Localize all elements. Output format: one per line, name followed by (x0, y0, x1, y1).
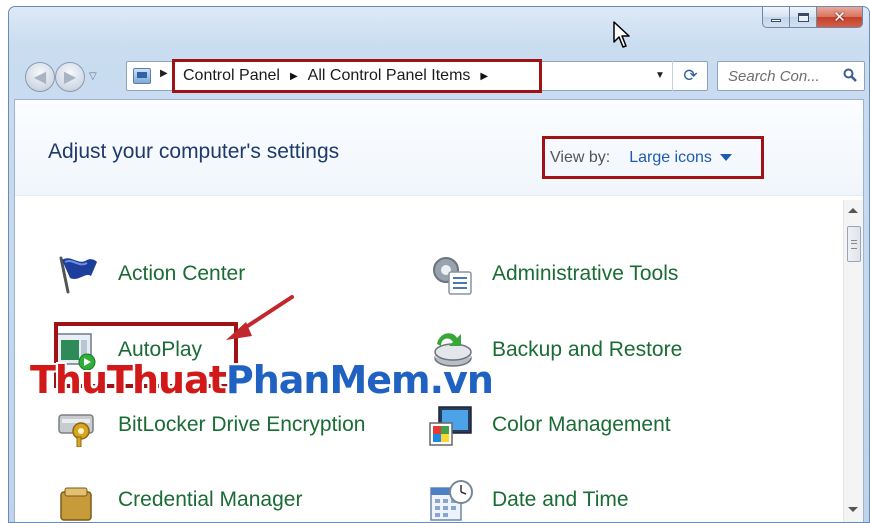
search-icon[interactable] (843, 68, 857, 82)
watermark-part2: PhanMem.vn (225, 358, 494, 402)
admin-tools-icon (433, 257, 472, 295)
flag-icon (59, 256, 97, 294)
search-placeholder: Search Con... (728, 68, 820, 85)
maximize-button[interactable] (790, 7, 817, 28)
watermark-part1: ThuThuat (30, 358, 227, 402)
close-icon: ✕ (833, 8, 846, 26)
breadcrumb: Control Panel ▶ All Control Panel Items … (172, 59, 542, 93)
minimize-button[interactable] (762, 7, 790, 28)
content-header: Adjust your computer's settings View by:… (15, 100, 863, 196)
vertical-scrollbar[interactable] (843, 200, 863, 522)
refresh-button[interactable]: ⟳ (672, 61, 708, 91)
item-label: Credential Manager (118, 488, 303, 511)
item-administrative-tools[interactable]: Administrative Tools (425, 252, 678, 296)
item-label: Color Management (492, 413, 671, 436)
address-dropdown-icon[interactable]: ▼ (655, 70, 665, 81)
item-bitlocker[interactable]: BitLocker Drive Encryption (51, 403, 365, 447)
back-button[interactable]: ◀ (25, 62, 55, 92)
item-date-and-time[interactable]: Date and Time (425, 478, 629, 522)
bitlocker-icon (58, 414, 94, 447)
breadcrumb-control-panel[interactable]: Control Panel (183, 67, 280, 85)
scroll-down-icon[interactable] (848, 507, 858, 512)
item-label: BitLocker Drive Encryption (118, 413, 366, 436)
recent-pages-dropdown[interactable]: ▽ (89, 71, 97, 82)
view-by-label: View by: (550, 148, 611, 166)
back-arrow-icon: ◀ (33, 69, 47, 86)
navigation-bar: ◀ ▶ ▽ ▶ Control Panel ▶ All Control Pane… (9, 59, 869, 95)
item-label: Backup and Restore (492, 338, 683, 361)
minimize-icon (771, 18, 781, 22)
forward-button[interactable]: ▶ (55, 62, 85, 92)
close-button[interactable]: ✕ (817, 7, 863, 28)
watermark: ThuThuatPhanMem.vn (30, 358, 494, 402)
control-panel-window: ✕ ◀ ▶ ▽ ▶ Control Panel ▶ All Control Pa… (8, 6, 870, 523)
maximize-icon (797, 12, 809, 22)
breadcrumb-chevron-icon[interactable]: ▶ (290, 71, 298, 82)
search-input[interactable]: Search Con... (717, 61, 865, 91)
view-by-control: View by: Large icons (542, 136, 764, 179)
mouse-cursor-icon (613, 21, 630, 48)
content-pane: Adjust your computer's settings View by:… (14, 99, 864, 522)
refresh-icon: ⟳ (683, 66, 698, 86)
item-label: Administrative Tools (492, 262, 679, 285)
address-bar[interactable]: ▶ Control Panel ▶ All Control Panel Item… (126, 59, 708, 93)
item-label: Action Center (118, 262, 246, 285)
color-management-icon (429, 406, 472, 446)
scroll-up-icon[interactable] (848, 208, 858, 213)
caption-buttons: ✕ (762, 7, 863, 28)
item-color-management[interactable]: Color Management (425, 403, 671, 447)
item-action-center[interactable]: Action Center (51, 252, 245, 296)
chevron-down-icon[interactable] (719, 154, 732, 161)
credential-icon (60, 487, 92, 521)
view-by-dropdown[interactable]: Large icons (629, 149, 712, 167)
breadcrumb-chevron-icon[interactable]: ▶ (480, 71, 488, 82)
item-credential-manager[interactable]: Credential Manager (51, 478, 302, 522)
control-panel-icon (133, 68, 151, 84)
page-title: Adjust your computer's settings (48, 140, 340, 163)
item-label: Date and Time (492, 488, 629, 511)
breadcrumb-all-items[interactable]: All Control Panel Items (308, 67, 471, 85)
forward-arrow-icon: ▶ (63, 69, 77, 86)
calendar-clock-icon (430, 480, 473, 521)
breadcrumb-root-chevron-icon[interactable]: ▶ (160, 68, 168, 79)
scroll-thumb[interactable] (847, 226, 861, 262)
